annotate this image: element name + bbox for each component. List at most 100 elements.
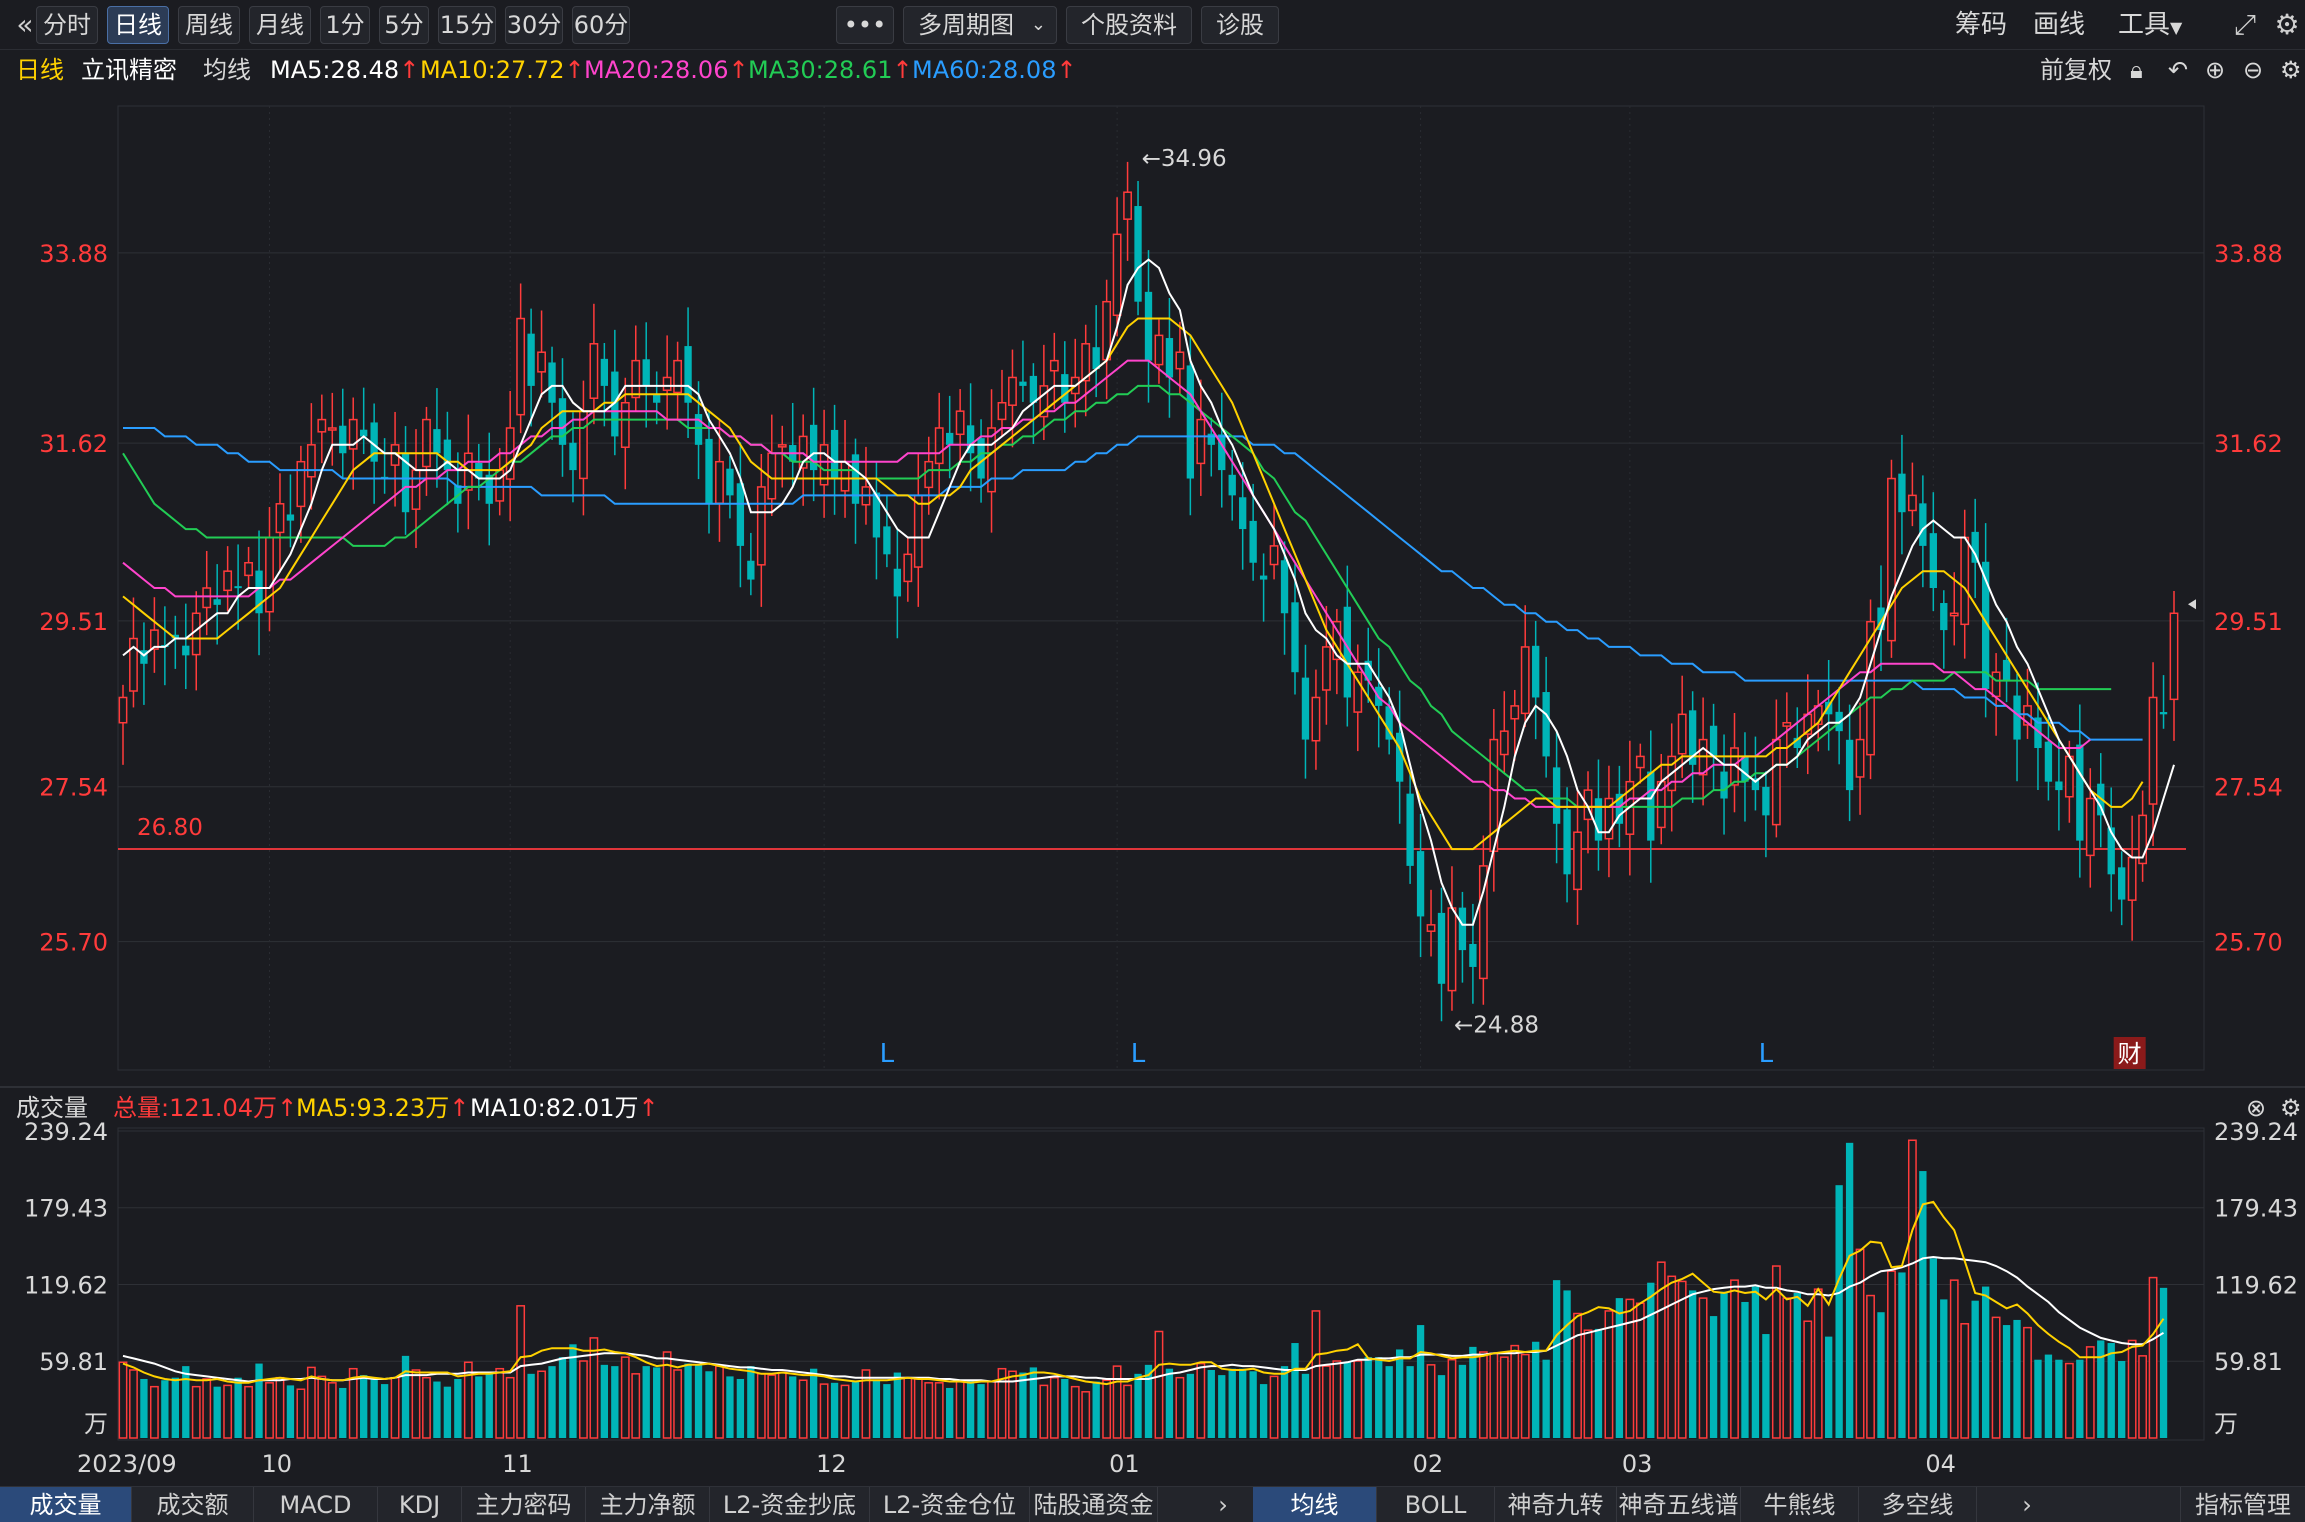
candle-body-up bbox=[495, 469, 505, 502]
volume-bar-down bbox=[1563, 1290, 1571, 1438]
volume-bar-down bbox=[1406, 1366, 1414, 1438]
candle bbox=[548, 346, 556, 440]
volume-bar-up bbox=[1510, 1344, 1520, 1439]
price-tick-left: 25.70 bbox=[39, 929, 108, 957]
candle bbox=[819, 409, 829, 518]
volume-bar-up bbox=[1855, 1248, 1865, 1439]
indicator-tab-陆股通资金[interactable]: 陆股通资金 bbox=[1030, 1487, 1158, 1522]
overlay-tab-均线[interactable]: 均线 bbox=[1253, 1487, 1377, 1522]
candle bbox=[1165, 297, 1174, 418]
candle-body-down bbox=[339, 425, 347, 454]
overlay-tab-牛熊线[interactable]: 牛熊线 bbox=[1741, 1487, 1859, 1522]
candle bbox=[1573, 790, 1582, 925]
volume-bar-up bbox=[306, 1366, 316, 1439]
candle bbox=[946, 395, 954, 479]
candle bbox=[653, 371, 661, 425]
volume-header: 成交量 总量:121.04万↑ MA5:93.23万↑ MA10:82.01万↑… bbox=[0, 1090, 2305, 1126]
candle bbox=[1604, 765, 1614, 878]
volume-bar-up bbox=[1154, 1330, 1164, 1439]
candle bbox=[1416, 814, 1425, 958]
candle-body-up bbox=[913, 494, 923, 568]
price-chart[interactable]: 33.88 33.88 31.62 31.62 29.51 29.51 27.54 27.54… bbox=[0, 0, 2305, 1080]
price-tick-right: 25.70 bbox=[2214, 929, 2283, 957]
limit-marker: L bbox=[880, 1039, 895, 1069]
indicator-manage-button[interactable]: 指标管理 bbox=[2180, 1487, 2305, 1522]
volume-bar-up bbox=[1039, 1384, 1049, 1439]
candle-body-up bbox=[1175, 351, 1185, 370]
indicator-tab-bar: 成交量 成交额 MACD KDJ 主力密码 主力净额 L2-资金抄底 L2-资金仓位 陆股通资金… bbox=[0, 1486, 2305, 1522]
volume-bar-down bbox=[1615, 1298, 1624, 1438]
volume-bar-down bbox=[1259, 1384, 1268, 1438]
candle-body-up bbox=[579, 410, 588, 480]
candle bbox=[1866, 599, 1875, 780]
volume-bar-up bbox=[631, 1373, 641, 1439]
chevron-right-icon[interactable]: › bbox=[1208, 1487, 1238, 1522]
close-panel-icon[interactable]: ⊗ bbox=[2246, 1090, 2266, 1126]
candle bbox=[1269, 503, 1279, 580]
volume-bar-down bbox=[1971, 1300, 1979, 1438]
indicator-tab-KDJ[interactable]: KDJ bbox=[378, 1487, 462, 1522]
volume-bar-up bbox=[1960, 1323, 1970, 1439]
volume-title[interactable]: 成交量 bbox=[16, 1090, 88, 1126]
indicator-tab-成交额[interactable]: 成交额 bbox=[132, 1487, 254, 1522]
candle-body-up bbox=[422, 418, 431, 468]
candle-body-up bbox=[516, 317, 526, 416]
volume-bar-up bbox=[1196, 1362, 1206, 1439]
volume-bar-up bbox=[840, 1384, 850, 1439]
candle-body-down bbox=[642, 359, 650, 386]
candle bbox=[1437, 887, 1446, 1022]
x-tick-label: 03 bbox=[1622, 1450, 1653, 1478]
indicator-tab-主力密码[interactable]: 主力密码 bbox=[462, 1487, 586, 1522]
chevron-right-icon[interactable]: › bbox=[2012, 1487, 2042, 1522]
indicator-tab-L2-资金仓位[interactable]: L2-资金仓位 bbox=[870, 1487, 1030, 1522]
volume-bar-up bbox=[1782, 1297, 1792, 1439]
overlay-tab-神奇五线谱[interactable]: 神奇五线谱 bbox=[1617, 1487, 1741, 1522]
candle-body-up bbox=[1771, 738, 1781, 826]
candle-body-down bbox=[1720, 771, 1728, 799]
overlay-tab-BOLL[interactable]: BOLL bbox=[1377, 1487, 1495, 1522]
candle-body-down bbox=[433, 429, 441, 454]
candle bbox=[662, 335, 672, 430]
panel-settings-icon[interactable]: ⚙ bbox=[2280, 1090, 2302, 1126]
candle-body-up bbox=[903, 553, 913, 583]
volume-bar-up bbox=[1604, 1310, 1614, 1439]
volume-bar-up bbox=[1123, 1384, 1132, 1439]
candle bbox=[2023, 668, 2032, 739]
volume-bar-up bbox=[296, 1388, 306, 1439]
candle-body-up bbox=[2127, 856, 2137, 901]
indicator-tab-成交量[interactable]: 成交量 bbox=[0, 1487, 132, 1522]
candle-body-down bbox=[234, 586, 242, 589]
volume-bar-down bbox=[1552, 1280, 1561, 1438]
indicator-tab-主力净额[interactable]: 主力净额 bbox=[586, 1487, 710, 1522]
candle-body-up bbox=[1196, 418, 1206, 465]
indicator-tab-L2-资金抄底[interactable]: L2-资金抄底 bbox=[710, 1487, 870, 1522]
candle bbox=[1563, 787, 1571, 903]
volume-bar-down bbox=[485, 1372, 493, 1438]
volume-unit-left: 万 bbox=[84, 1410, 108, 1438]
candle bbox=[1154, 319, 1164, 384]
x-tick-label: 10 bbox=[262, 1450, 293, 1478]
candle-body-down bbox=[1228, 474, 1236, 496]
volume-bar-up bbox=[1813, 1288, 1823, 1439]
volume-bar-down bbox=[1793, 1292, 1801, 1438]
volume-bar-down bbox=[883, 1384, 891, 1438]
x-tick-label: 01 bbox=[1109, 1450, 1140, 1478]
volume-bar-up bbox=[1991, 1316, 2001, 1439]
overlay-tab-神奇九转[interactable]: 神奇九转 bbox=[1495, 1487, 1617, 1522]
volume-bar-up bbox=[1730, 1279, 1739, 1439]
candle bbox=[1499, 691, 1509, 774]
indicator-tab-MACD[interactable]: MACD bbox=[254, 1487, 378, 1522]
candle bbox=[1940, 590, 1948, 669]
candle-body-up bbox=[662, 376, 672, 391]
candle-body-down bbox=[1259, 575, 1268, 580]
volume-bar-down bbox=[1647, 1282, 1655, 1438]
volume-bar-up bbox=[1321, 1365, 1331, 1439]
overlay-tab-多空线[interactable]: 多空线 bbox=[1859, 1487, 1977, 1522]
candle bbox=[1907, 462, 1917, 527]
candle bbox=[1134, 180, 1142, 316]
candle bbox=[2013, 673, 2021, 782]
price-tick-right: 31.62 bbox=[2214, 430, 2283, 458]
candle bbox=[851, 438, 860, 544]
volume-bar-up bbox=[1269, 1375, 1279, 1439]
volume-bar-down bbox=[2159, 1287, 2168, 1438]
